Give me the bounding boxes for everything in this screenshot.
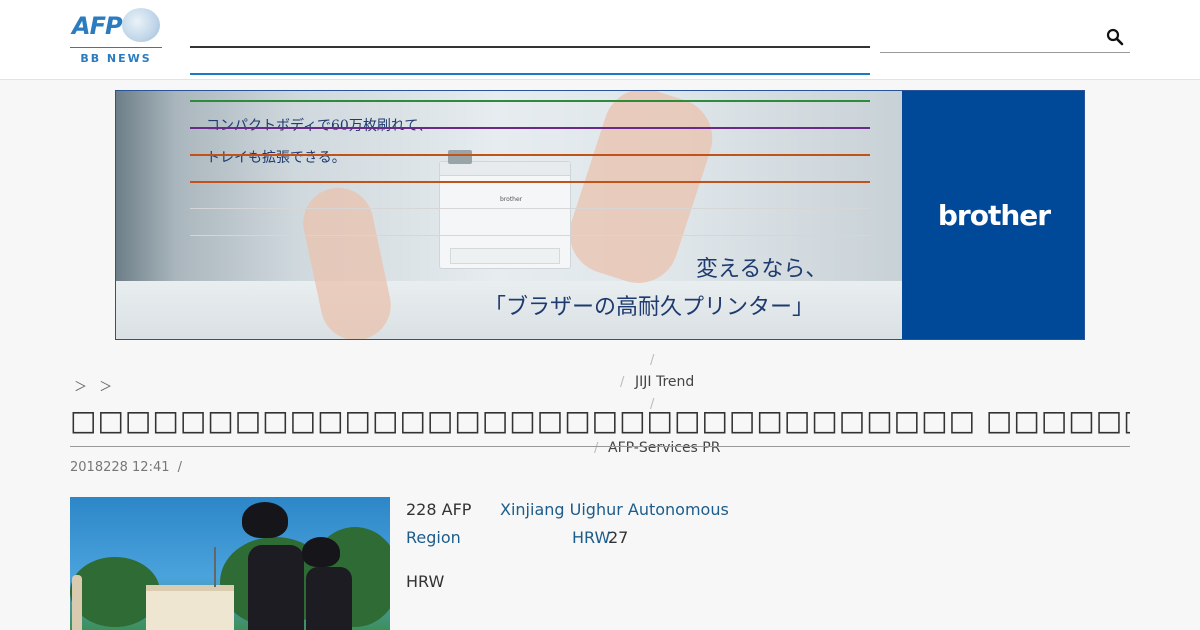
search-icon[interactable] [1106,28,1124,46]
search-box [880,24,1130,53]
afp-services-pr-link[interactable]: AFP-Services PR [608,440,720,456]
minaret [72,575,82,630]
globe-icon [122,8,160,42]
hrw-link[interactable]: HRW [572,528,610,547]
search-input[interactable] [880,24,1100,52]
brother-logo: brother [937,199,1051,232]
flag-pole [214,547,216,587]
meta-separator: / [177,460,183,475]
ad-copy-line: コンパクトボディで60万枚刷れて、 [206,118,432,134]
article-lead: 228 AFP [406,500,472,519]
ad-headline: 「ブラザーの高耐久プリンター」 [484,295,815,320]
menu-line [190,154,870,156]
menu-divider [190,208,870,209]
jiji-trend-link[interactable]: JIJI Trend [635,374,694,390]
building [146,585,234,630]
logo-subtitle: BB NEWS [80,52,152,65]
breadcrumb-separator: ＞ [74,380,88,395]
region-link[interactable]: Xinjiang Uighur Autonomous [500,500,729,519]
nav-bar-line [190,46,870,48]
menu-divider [190,235,870,236]
menu-line [190,181,870,183]
menu-line [190,100,870,102]
logo-divider [70,47,162,48]
officer-figure [248,545,304,630]
link-separator: / [620,375,625,390]
article-date: 2018228 12:41 [70,460,170,475]
officer-figure [306,567,352,630]
article-title: □□□□□□□□□□□□□□□□□□□□□□□□□□□□□□□□□ □□□□□□… [70,404,1130,437]
article-photo[interactable] [70,497,390,630]
ad-copy-line: トレイも拡張できる。 [206,150,346,166]
nav-bar-line [190,73,870,75]
afp-bb-news-logo[interactable]: AFP BB NEWS [70,8,162,65]
article-meta: 2018228 12:41 / [70,460,182,475]
ad-headline: 変えるなら、 [696,257,828,282]
breadcrumb-separator: ＞ [99,380,113,395]
logo-text: AFP [72,12,123,40]
helmet [302,537,340,567]
link-separator: / [650,353,655,368]
site-header: AFP BB NEWS [0,0,1200,80]
article-text: 27 [608,528,629,547]
title-divider [70,446,1130,447]
printer-image: brother [439,150,571,269]
link-separator: / [594,441,599,456]
menu-line [190,127,870,129]
helmet [242,502,288,538]
article-paragraph: HRW [406,572,445,591]
region-link[interactable]: Region [406,528,461,547]
ad-brand-panel: brother [902,91,1084,339]
breadcrumb: ＞ ＞ [74,376,120,395]
